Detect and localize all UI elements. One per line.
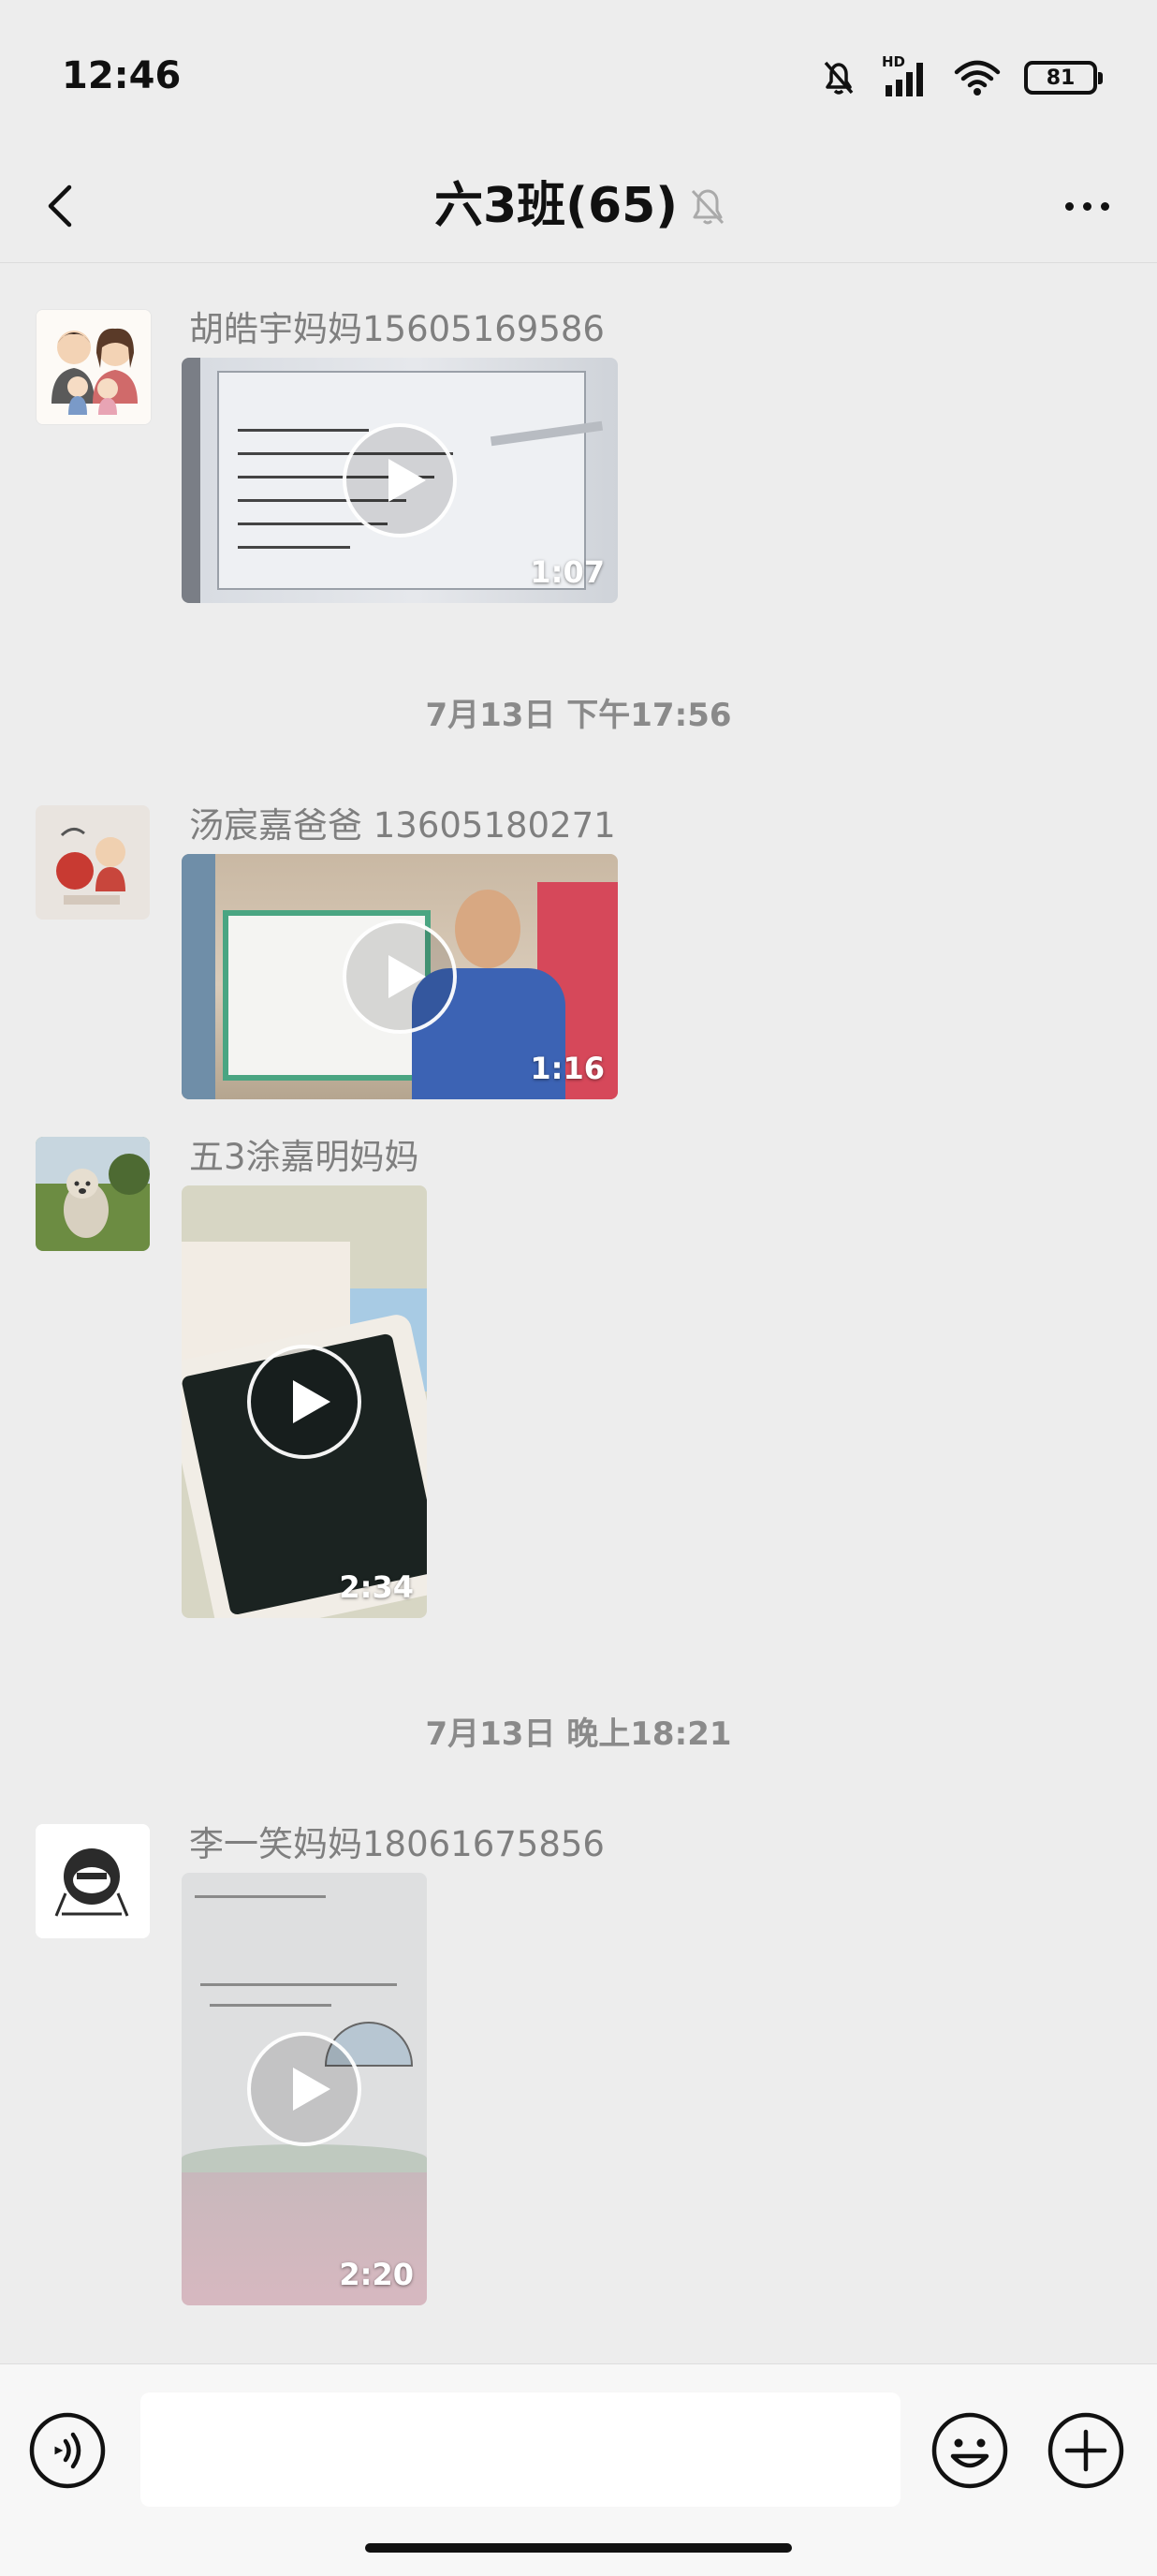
avatar[interactable] <box>36 1824 150 1938</box>
thumbnail-line <box>200 1983 397 1986</box>
play-icon <box>247 1345 361 1459</box>
avatar[interactable] <box>36 1137 150 1251</box>
message-input[interactable] <box>140 2392 901 2507</box>
play-icon <box>247 2032 361 2146</box>
thumbnail-wave <box>182 2144 427 2172</box>
thumbnail-line <box>210 2004 331 2007</box>
chat-title: 六3班(65) <box>434 178 679 234</box>
avatar[interactable] <box>36 805 150 920</box>
more-button[interactable] <box>1045 169 1129 243</box>
more-dot <box>1064 201 1074 211</box>
chat-header: 六3班(65) <box>0 150 1157 263</box>
back-arrow-icon <box>48 184 72 228</box>
thumbnail-shelf <box>182 854 215 1099</box>
family-cartoon-avatar <box>37 310 151 424</box>
avatar[interactable] <box>36 309 152 425</box>
sender-name: 胡皓宇妈妈15605169586 <box>189 309 605 349</box>
voice-icon <box>29 2412 106 2489</box>
video-duration: 2:20 <box>339 2257 414 2292</box>
video-message[interactable]: 2:34 <box>182 1185 427 1618</box>
cartoon-avatar <box>36 805 150 920</box>
voice-button[interactable] <box>28 2411 107 2490</box>
bell-muted-icon <box>824 61 854 95</box>
video-duration: 1:07 <box>530 554 605 590</box>
meme-face-avatar <box>36 1824 150 1938</box>
battery-level: 81 <box>1046 66 1076 90</box>
play-icon <box>343 423 457 537</box>
video-message[interactable]: 1:07 <box>182 358 618 603</box>
home-indicator[interactable] <box>365 2543 792 2553</box>
signal-icon: HD <box>882 53 930 98</box>
video-duration: 1:16 <box>530 1051 605 1086</box>
thumbnail-line <box>238 429 369 432</box>
plus-icon <box>1047 2412 1124 2489</box>
emoji-button[interactable] <box>930 2411 1009 2490</box>
thumbnail-head <box>455 890 520 968</box>
thumbnail-stylus <box>490 420 604 447</box>
video-message[interactable]: 2:20 <box>182 1873 427 2305</box>
status-bar: 12:46 HD 81 <box>0 0 1157 150</box>
status-time: 12:46 <box>62 54 182 97</box>
more-functions-button[interactable] <box>1047 2411 1125 2490</box>
video-message[interactable]: 1:16 <box>182 854 618 1099</box>
timestamp: 7月13日 下午17:56 <box>425 697 732 734</box>
sender-name: 汤宸嘉爸爸 13605180271 <box>189 805 616 846</box>
more-dot <box>1100 201 1109 211</box>
timestamp: 7月13日 晚上18:21 <box>425 1715 732 1753</box>
battery-icon: 81 <box>1024 61 1103 95</box>
thumbnail-line <box>238 546 350 549</box>
status-icons: HD 81 <box>818 53 1103 101</box>
play-icon <box>343 920 457 1034</box>
wifi-icon <box>954 60 1001 96</box>
sender-name: 五3涂嘉明妈妈 <box>189 1137 419 1177</box>
back-button[interactable] <box>37 169 112 243</box>
video-duration: 2:34 <box>339 1569 414 1605</box>
bell-muted-icon <box>691 189 725 225</box>
more-dot <box>1082 201 1091 211</box>
thumbnail-line <box>195 1895 326 1898</box>
emoji-icon <box>931 2412 1008 2489</box>
dog-photo-avatar <box>36 1137 150 1251</box>
sender-name: 李一笑妈妈18061675856 <box>189 1824 605 1864</box>
